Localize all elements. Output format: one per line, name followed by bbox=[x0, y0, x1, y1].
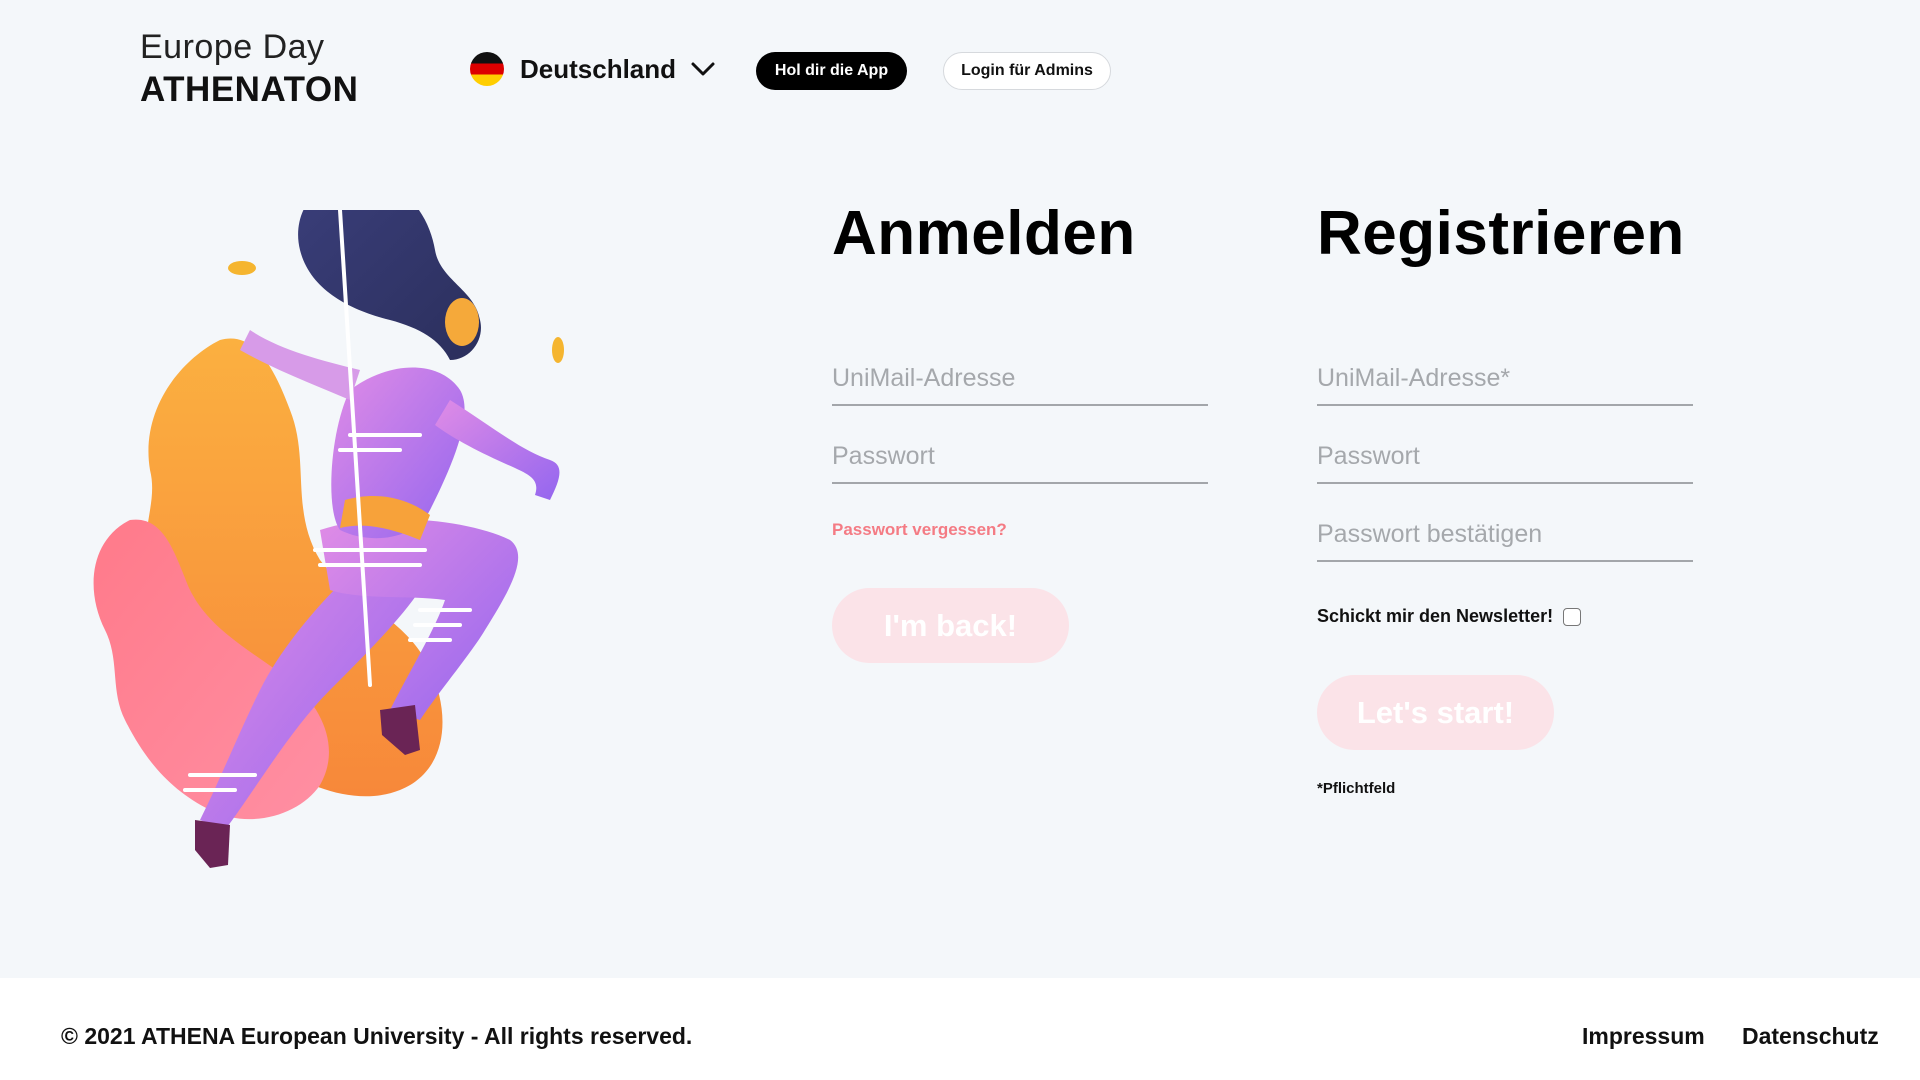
register-title: Registrieren bbox=[1317, 199, 1685, 268]
login-title: Anmelden bbox=[832, 199, 1136, 268]
runner-illustration bbox=[93, 210, 564, 868]
footer-link-impressum[interactable]: Impressum bbox=[1582, 1023, 1705, 1050]
login-email-input[interactable] bbox=[832, 360, 1208, 406]
newsletter-option[interactable]: Schickt mir den Newsletter! bbox=[1317, 606, 1582, 627]
footer: © 2021 ATHENA European University - All … bbox=[0, 978, 1920, 1080]
newsletter-label: Schickt mir den Newsletter! bbox=[1317, 606, 1554, 626]
country-label: Deutschland bbox=[520, 53, 677, 84]
required-field-note: *Pflichtfeld bbox=[1317, 780, 1396, 797]
brand-subtitle: Europe Day bbox=[140, 28, 325, 66]
register-submit-button[interactable]: Let's start! bbox=[1317, 675, 1554, 750]
germany-flag-icon bbox=[470, 52, 504, 86]
login-submit-button[interactable]: I'm back! bbox=[832, 588, 1069, 663]
admin-login-button[interactable]: Login für Admins bbox=[943, 52, 1111, 90]
brand-title: ATHENATON bbox=[140, 70, 359, 109]
get-app-button[interactable]: Hol dir die App bbox=[756, 52, 907, 90]
footer-link-datenschutz[interactable]: Datenschutz bbox=[1742, 1023, 1879, 1050]
chevron-down-icon bbox=[691, 62, 715, 76]
copyright-text: © 2021 ATHENA European University - All … bbox=[61, 1023, 693, 1049]
login-password-input[interactable] bbox=[832, 438, 1208, 484]
register-confirm-password-input[interactable] bbox=[1317, 516, 1693, 562]
forgot-password-link[interactable]: Passwort vergessen? bbox=[832, 520, 1007, 540]
register-password-input[interactable] bbox=[1317, 438, 1693, 484]
country-selector[interactable]: Deutschland bbox=[470, 52, 716, 86]
brand-logo[interactable]: Europe Day ATHENATON bbox=[140, 26, 358, 112]
newsletter-checkbox[interactable] bbox=[1563, 607, 1582, 626]
register-email-input[interactable] bbox=[1317, 360, 1693, 406]
